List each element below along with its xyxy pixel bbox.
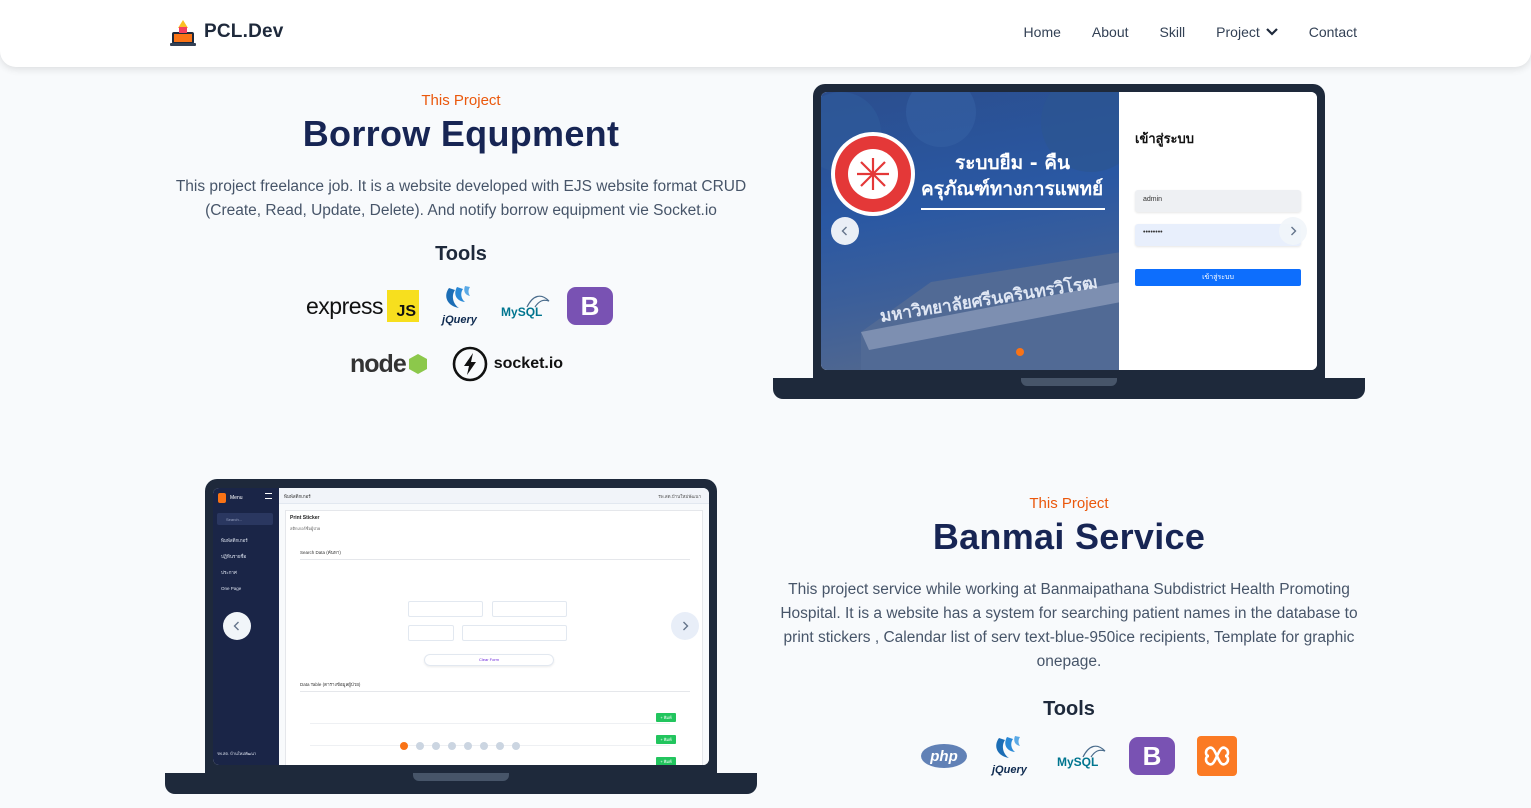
nav-contact[interactable]: Contact (1309, 24, 1357, 40)
print-button[interactable]: + พิมพ์ (656, 735, 676, 744)
carousel-next-button[interactable] (1279, 217, 1307, 245)
login-title: เข้าสู่ระบบ (1135, 131, 1195, 146)
tools-row: php jQuery MySQL B (921, 734, 1237, 778)
print-button[interactable]: + พิมพ์ (656, 757, 676, 765)
nav-project-dropdown[interactable]: Project (1216, 24, 1278, 40)
last-name-field[interactable] (492, 601, 567, 617)
login-button[interactable]: เข้าสู่ระบบ (1135, 269, 1301, 286)
nav-skill[interactable]: Skill (1160, 24, 1186, 40)
carousel-indicator[interactable] (464, 742, 472, 750)
sidebar-nav: พิมพ์สติกเกอร์ ปฏิทินรายชื่อ ประกาศ One … (221, 533, 248, 597)
brand-name: PCL.Dev (204, 21, 284, 42)
project-borrow-equipment: This Project Borrow Equpment This projec… (150, 92, 772, 266)
top-navbar: PCL.Dev Home About Skill Project Contact (0, 0, 1531, 67)
main-menu: Home About Skill Project Contact (1024, 24, 1357, 40)
project-description: This project freelance job. It is a webs… (175, 178, 747, 219)
app-topbar: พิมพ์สติกเกอร์ รพ.สต.บ้านใหม่พัฒนา (279, 488, 709, 504)
tools-heading: Tools (435, 243, 487, 265)
brand-logo-icon (170, 20, 196, 46)
project-title: Borrow Equpment (302, 113, 620, 154)
mysql-icon: MySQL (501, 291, 551, 321)
project-description: This project service while working at Ba… (780, 581, 1358, 670)
express-icon: express (306, 292, 384, 319)
nodejs-icon: node (350, 345, 428, 383)
project-screenshot-carousel: มหาวิทยาลัยศรีนครินทรวิโรฒ ระบบยืม - คืน… (821, 92, 1317, 370)
carousel-indicator[interactable] (480, 742, 488, 750)
tools-heading: Tools (1043, 698, 1095, 720)
jquery-icon: jQuery (989, 734, 1035, 778)
xampp-icon (1197, 736, 1237, 776)
sidebar-search-input[interactable]: Search... (217, 513, 273, 525)
socketio-icon (452, 346, 488, 382)
chevron-right-icon (1291, 226, 1297, 236)
topbar-user: รพ.สต.บ้านใหม่พัฒนา (658, 494, 701, 499)
socketio-logo: socket.io (452, 346, 563, 382)
project-title: Banmai Service (932, 516, 1206, 557)
carousel-next-button[interactable] (671, 612, 699, 640)
tools-row-2: node socket.io (350, 345, 563, 383)
username-input[interactable]: admin (1135, 190, 1301, 212)
nav-about[interactable]: About (1092, 24, 1129, 40)
prefix-field[interactable] (408, 625, 454, 641)
hamburger-icon[interactable] (265, 493, 272, 499)
first-name-field[interactable] (408, 601, 483, 617)
sidebar-item[interactable]: ปฏิทินรายชื่อ (221, 549, 248, 565)
password-input[interactable]: •••••••• (1135, 224, 1301, 246)
carousel-prev-button[interactable] (223, 612, 251, 640)
breadcrumb: พิมพ์สติกเกอร์ (284, 494, 311, 499)
app-content: Print Sticker สติกเกอร์ชื่อผู้ป่วย Searc… (279, 504, 709, 765)
carousel-indicator[interactable] (432, 742, 440, 750)
chevron-right-icon (683, 621, 689, 631)
express-js-logo: express JS (306, 290, 420, 322)
sidebar-title: Menu (230, 495, 243, 501)
sidebar-item[interactable]: พิมพ์สติกเกอร์ (221, 533, 248, 549)
divider (300, 691, 690, 692)
carousel-prev-button[interactable] (831, 217, 859, 245)
card-title: Print Sticker (290, 515, 320, 521)
content-card: Print Sticker สติกเกอร์ชื่อผู้ป่วย Searc… (285, 510, 703, 765)
data-section-title: Data Table (ตารางข้อมูลผู้ป่วย) (300, 682, 361, 687)
carousel-indicator-active[interactable] (400, 742, 408, 750)
laptop-notch (1021, 378, 1117, 386)
carousel-indicator-active[interactable] (1016, 348, 1024, 356)
divider (300, 559, 690, 560)
bootstrap-icon: B (1129, 737, 1175, 775)
brand[interactable]: PCL.Dev (170, 18, 284, 46)
project-eyebrow: This Project (421, 92, 501, 109)
project-banmai-service: This Project Banmai Service This project… (770, 495, 1368, 721)
chevron-left-icon (233, 621, 239, 631)
sidebar-item[interactable]: ประกาศ (221, 565, 248, 581)
banner-line-2: ครุภัณฑ์ทางการแพทย์ (921, 178, 1103, 201)
banner-line-1: ระบบยืม - คืน (955, 152, 1070, 174)
nav-home[interactable]: Home (1024, 24, 1061, 40)
card-subtitle: สติกเกอร์ชื่อผู้ป่วย (290, 526, 321, 531)
jquery-icon: jQuery (439, 284, 485, 328)
banner-photo: มหาวิทยาลัยศรีนครินทรวิโรฒ ระบบยืม - คืน… (821, 92, 1119, 370)
mysql-icon: MySQL (1057, 741, 1107, 771)
app-logo-icon (218, 493, 226, 503)
chevron-left-icon (841, 226, 847, 236)
carousel-indicator[interactable] (448, 742, 456, 750)
laptop-notch (413, 773, 509, 781)
project-eyebrow: This Project (1029, 495, 1109, 512)
table-row (310, 723, 670, 724)
carousel-indicators (400, 742, 520, 750)
carousel-indicator[interactable] (416, 742, 424, 750)
php-icon: php (921, 744, 967, 768)
idcard-field[interactable] (462, 625, 567, 641)
print-button[interactable]: + พิมพ์ (656, 713, 676, 722)
sidebar-footer: รพ.สต. บ้านใหม่พัฒนา (217, 751, 257, 756)
bootstrap-icon: B (567, 287, 614, 325)
chevron-down-icon (1265, 28, 1278, 36)
carousel-indicator[interactable] (496, 742, 504, 750)
javascript-icon: JS (387, 290, 420, 322)
search-section-title: Search Data (ค้นหา) (300, 550, 341, 555)
nav-project-label: Project (1216, 24, 1260, 40)
clear-form-button[interactable]: Clear Form (424, 654, 554, 666)
carousel-indicator[interactable] (512, 742, 520, 750)
sidebar-item[interactable]: One Page (221, 581, 248, 597)
project-screenshot-carousel: Menu Search... พิมพ์สติกเกอร์ ปฏิทินรายช… (213, 488, 709, 765)
tools-row-1: express JS jQuery MySQL B (306, 284, 614, 328)
